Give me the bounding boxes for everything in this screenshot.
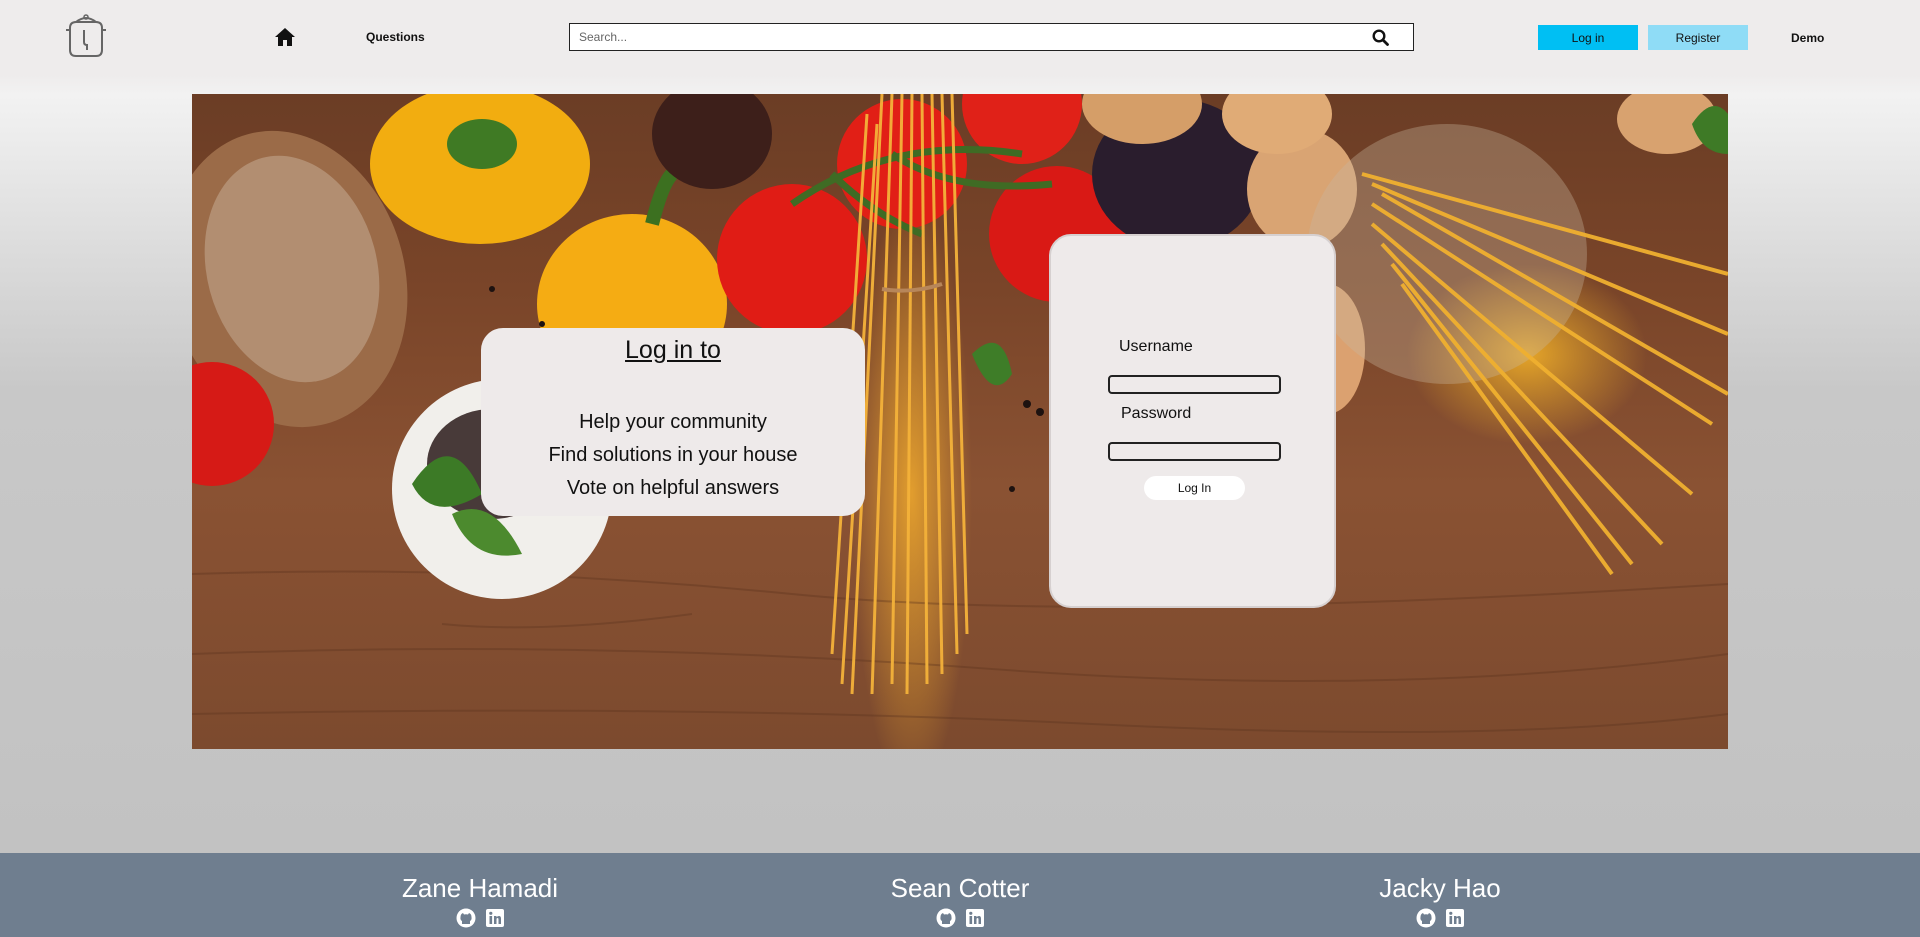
intro-title[interactable]: Log in to: [481, 336, 865, 365]
linkedin-icon[interactable]: [1445, 908, 1465, 928]
developer-card: Sean Cotter: [840, 873, 1080, 928]
github-icon[interactable]: [456, 908, 476, 928]
top-navbar: Questions Log in Register Demo: [0, 0, 1920, 75]
search-icon[interactable]: [1372, 29, 1389, 46]
login-form-card: Username Password Log In: [1049, 234, 1336, 608]
password-label: Password: [1121, 405, 1192, 422]
developer-name: Jacky Hao: [1379, 873, 1501, 903]
linkedin-icon[interactable]: [965, 908, 985, 928]
login-button[interactable]: Log in: [1538, 25, 1638, 50]
intro-line: Help your community: [579, 411, 767, 433]
github-icon[interactable]: [936, 908, 956, 928]
intro-line: Find solutions in your house: [548, 444, 798, 466]
username-label: Username: [1119, 338, 1193, 355]
demo-link[interactable]: Demo: [1791, 31, 1824, 45]
username-field[interactable]: [1108, 375, 1281, 394]
register-button[interactable]: Register: [1648, 25, 1748, 50]
nav-questions-link[interactable]: Questions: [366, 30, 425, 44]
login-intro-card: Log in to Help your community Find solut…: [481, 328, 865, 516]
github-icon[interactable]: [1416, 908, 1436, 928]
developer-name: Sean Cotter: [890, 873, 1030, 903]
linkedin-icon[interactable]: [485, 908, 505, 928]
developer-name: Zane Hamadi: [401, 873, 559, 903]
pressure-cooker-logo-icon[interactable]: [62, 12, 110, 60]
hero-banner: Log in to Help your community Find solut…: [192, 94, 1728, 749]
password-field[interactable]: [1108, 442, 1281, 461]
developer-card: Zane Hamadi: [360, 873, 600, 928]
home-icon[interactable]: [274, 27, 296, 47]
footer: Zane Hamadi Sean Cotter Jacky Hao: [0, 853, 1920, 937]
developer-card: Jacky Hao: [1320, 873, 1560, 928]
intro-line: Vote on helpful answers: [566, 477, 780, 499]
search-bar: [569, 23, 1414, 51]
food-background-image: [192, 94, 1728, 733]
search-input[interactable]: [579, 27, 1339, 47]
login-submit-button[interactable]: Log In: [1144, 476, 1245, 500]
